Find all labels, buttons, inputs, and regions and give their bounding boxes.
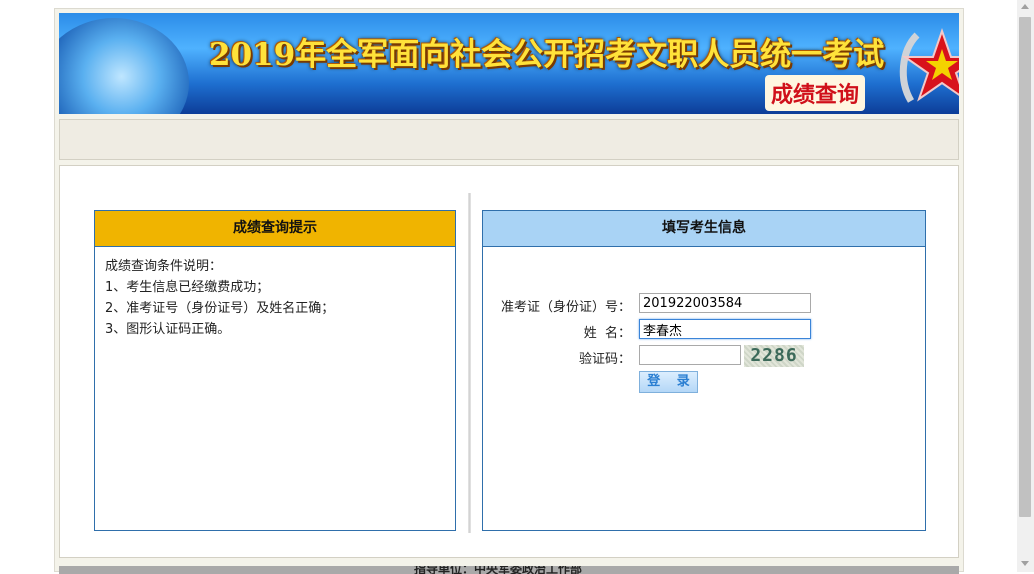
vertical-scrollbar[interactable] [1017,0,1034,572]
id-number-input[interactable] [639,293,811,313]
tips-heading: 成绩查询提示 [95,211,455,247]
captcha-input[interactable] [639,345,741,365]
footer-bar: 指导单位：中央军委政治工作部 [59,566,959,574]
panel-divider [468,193,471,533]
tips-line: 1、考生信息已经缴费成功； [105,280,270,295]
id-label: 准考证（身份证）号： [500,300,631,315]
scroll-up-arrow-icon[interactable] [1021,4,1029,9]
name-row: 姓 名： [483,319,923,341]
captcha-label: 验证码： [578,352,631,367]
tips-line: 2、准考证号（身份证号）及姓名正确； [105,301,335,316]
tips-body: 成绩查询条件说明： 1、考生信息已经缴费成功； 2、准考证号（身份证号）及姓名正… [95,247,455,349]
login-row: 登 录 [483,371,923,393]
name-input[interactable] [639,319,811,339]
nav-bar [59,119,959,160]
globe-graphic [59,18,189,114]
banner-title: 2019年全军面向社会公开招考文职人员统一考试 [209,37,885,73]
footer-text: 指导单位：中央军委政治工作部 [414,566,583,574]
banner-subtitle: 成绩查询 [765,75,866,111]
tips-line: 3、图形认证码正确。 [105,322,231,337]
student-info-panel: 填写考生信息 准考证（身份证）号： 姓 名： 验证码： 2286 登 录 [482,210,926,531]
header-banner: 2019年全军面向社会公开招考文职人员统一考试 成绩查询 [59,13,959,114]
army-star-emblem-icon [899,27,959,103]
captcha-image[interactable]: 2286 [744,345,804,367]
id-row: 准考证（身份证）号： [483,293,923,315]
scrollbar-thumb[interactable] [1019,17,1031,517]
tips-panel: 成绩查询提示 成绩查询条件说明： 1、考生信息已经缴费成功； 2、准考证号（身份… [94,210,456,531]
name-label: 姓 名： [583,326,631,341]
tips-line: 成绩查询条件说明： [105,259,223,274]
scroll-down-arrow-icon[interactable] [1021,561,1029,566]
form-heading: 填写考生信息 [483,211,925,247]
captcha-row: 验证码： 2286 [483,345,923,367]
login-button[interactable]: 登 录 [639,371,698,393]
